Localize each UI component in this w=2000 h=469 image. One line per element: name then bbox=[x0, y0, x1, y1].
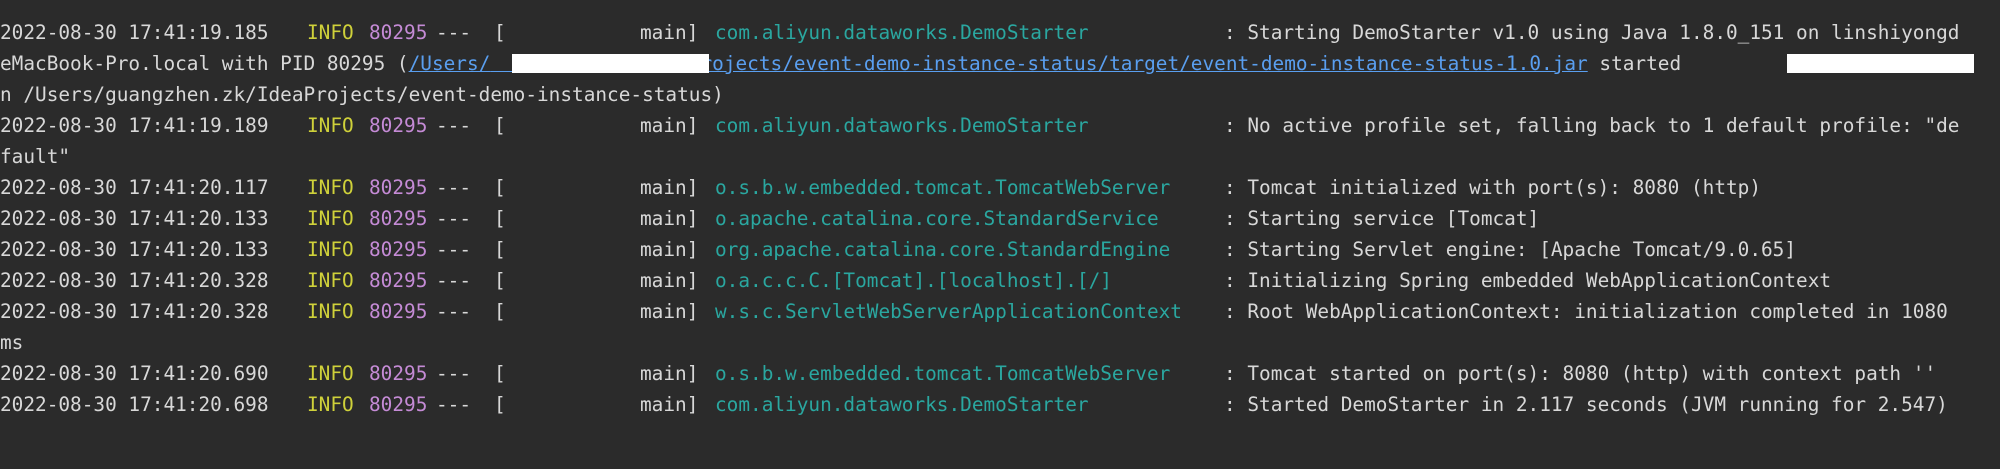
log-line-wrap: eMacBook-Pro.local with PID 80295 (/User… bbox=[0, 48, 1974, 79]
log-message: : Root WebApplicationContext: initializa… bbox=[1224, 300, 1948, 323]
log-line: 2022-08-30 17:41:20.328 INFO 80295 --- [… bbox=[0, 296, 1948, 327]
jar-path-link-end: /IdeaProjects/event-demo-instance-status… bbox=[630, 52, 1588, 75]
log-level: INFO bbox=[307, 114, 354, 137]
log-line-wrap: fault" bbox=[0, 141, 70, 172]
log-pid: 80295 bbox=[369, 300, 428, 323]
log-thread: main] bbox=[640, 21, 699, 44]
log-message: : Starting service [Tomcat] bbox=[1224, 207, 1540, 230]
log-pid: 80295 bbox=[369, 21, 428, 44]
log-message-started: started bbox=[1587, 52, 1682, 75]
log-thread-bracket: [ bbox=[494, 362, 506, 385]
log-thread-bracket: [ bbox=[494, 393, 506, 416]
log-separator: --- bbox=[436, 21, 472, 44]
jar-path-link-start: /Users/ bbox=[408, 52, 491, 75]
log-message-continued: ms bbox=[0, 331, 24, 354]
log-timestamp: 2022-08-30 17:41:19.185 bbox=[0, 21, 269, 44]
log-line-wrap: n /Users/guangzhen.zk/IdeaProjects/event… bbox=[0, 79, 724, 110]
log-separator: --- bbox=[436, 176, 472, 199]
log-logger: org.apache.catalina.core.StandardEngine bbox=[715, 238, 1171, 261]
log-timestamp: 2022-08-30 17:41:20.328 bbox=[0, 269, 269, 292]
redaction-block bbox=[1787, 54, 1974, 73]
log-thread: main] bbox=[640, 238, 699, 261]
log-timestamp: 2022-08-30 17:41:20.698 bbox=[0, 393, 269, 416]
log-message: : Tomcat started on port(s): 8080 (http)… bbox=[1224, 362, 1937, 385]
log-message: : Started DemoStarter in 2.117 seconds (… bbox=[1224, 393, 1948, 416]
log-message: : No active profile set, falling back to… bbox=[1224, 114, 1960, 137]
log-thread-bracket: [ bbox=[494, 21, 506, 44]
log-line-wrap: ms bbox=[0, 327, 47, 358]
log-line: 2022-08-30 17:41:20.133 INFO 80295 --- [… bbox=[0, 203, 1539, 234]
log-thread: main] bbox=[640, 114, 699, 137]
log-line: 2022-08-30 17:41:20.698 INFO 80295 --- [… bbox=[0, 389, 1948, 420]
log-thread: main] bbox=[640, 393, 699, 416]
log-separator: --- bbox=[436, 269, 472, 292]
log-message-continued: n /Users/guangzhen.zk/IdeaProjects/event… bbox=[0, 83, 724, 106]
log-timestamp: 2022-08-30 17:41:20.117 bbox=[0, 176, 269, 199]
log-thread: main] bbox=[640, 362, 699, 385]
log-logger: com.aliyun.dataworks.DemoStarter bbox=[715, 393, 1089, 416]
log-pid: 80295 bbox=[369, 176, 428, 199]
log-message-continued: eMacBook-Pro.local with PID 80295 ( bbox=[0, 52, 409, 75]
log-logger: o.s.b.w.embedded.tomcat.TomcatWebServer bbox=[715, 176, 1171, 199]
log-thread: main] bbox=[640, 207, 699, 230]
log-timestamp: 2022-08-30 17:41:20.133 bbox=[0, 207, 269, 230]
log-logger: o.a.c.c.C.[Tomcat].[localhost].[/] bbox=[715, 269, 1112, 292]
log-timestamp: 2022-08-30 17:41:20.133 bbox=[0, 238, 269, 261]
console-output[interactable]: 2022-08-30 17:41:19.185 INFO 80295 --- [… bbox=[0, 0, 2000, 469]
log-logger: com.aliyun.dataworks.DemoStarter bbox=[715, 114, 1089, 137]
log-pid: 80295 bbox=[369, 362, 428, 385]
log-thread: main] bbox=[640, 176, 699, 199]
redaction-block bbox=[512, 54, 709, 73]
log-message: : Starting Servlet engine: [Apache Tomca… bbox=[1224, 238, 1797, 261]
log-line: 2022-08-30 17:41:20.328 INFO 80295 --- [… bbox=[0, 265, 1831, 296]
log-separator: --- bbox=[436, 362, 472, 385]
log-message-continued: fault" bbox=[0, 145, 71, 168]
log-message: : Tomcat initialized with port(s): 8080 … bbox=[1224, 176, 1762, 199]
log-thread-bracket: [ bbox=[494, 269, 506, 292]
log-timestamp: 2022-08-30 17:41:19.189 bbox=[0, 114, 269, 137]
log-logger: o.s.b.w.embedded.tomcat.TomcatWebServer bbox=[715, 362, 1171, 385]
log-message: : Starting DemoStarter v1.0 using Java 1… bbox=[1224, 21, 1960, 44]
log-level: INFO bbox=[307, 238, 354, 261]
log-line: 2022-08-30 17:41:19.185 INFO 80295 --- [… bbox=[0, 17, 1959, 48]
log-line: 2022-08-30 17:41:19.189 INFO 80295 --- [… bbox=[0, 110, 1959, 141]
log-timestamp: 2022-08-30 17:41:20.690 bbox=[0, 362, 269, 385]
log-line: 2022-08-30 17:41:20.690 INFO 80295 --- [… bbox=[0, 358, 1936, 389]
log-message: : Initializing Spring embedded WebApplic… bbox=[1224, 269, 1832, 292]
log-logger: com.aliyun.dataworks.DemoStarter bbox=[715, 21, 1089, 44]
log-thread-bracket: [ bbox=[494, 207, 506, 230]
log-pid: 80295 bbox=[369, 207, 428, 230]
log-level: INFO bbox=[307, 300, 354, 323]
log-thread: main] bbox=[640, 300, 699, 323]
log-thread-bracket: [ bbox=[494, 300, 506, 323]
log-thread-bracket: [ bbox=[494, 114, 506, 137]
log-line: 2022-08-30 17:41:20.117 INFO 80295 --- [… bbox=[0, 172, 1761, 203]
log-level: INFO bbox=[307, 207, 354, 230]
log-thread: main] bbox=[640, 269, 699, 292]
log-separator: --- bbox=[436, 238, 472, 261]
log-separator: --- bbox=[436, 300, 472, 323]
log-thread-bracket: [ bbox=[494, 176, 506, 199]
log-logger: o.apache.catalina.core.StandardService bbox=[715, 207, 1159, 230]
log-thread-bracket: [ bbox=[494, 238, 506, 261]
log-separator: --- bbox=[436, 114, 472, 137]
log-pid: 80295 bbox=[369, 114, 428, 137]
log-pid: 80295 bbox=[369, 238, 428, 261]
log-level: INFO bbox=[307, 362, 354, 385]
log-level: INFO bbox=[307, 176, 354, 199]
log-pid: 80295 bbox=[369, 393, 428, 416]
log-pid: 80295 bbox=[369, 269, 428, 292]
log-line: 2022-08-30 17:41:20.133 INFO 80295 --- [… bbox=[0, 234, 1796, 265]
log-level: INFO bbox=[307, 393, 354, 416]
log-level: INFO bbox=[307, 269, 354, 292]
log-timestamp: 2022-08-30 17:41:20.328 bbox=[0, 300, 269, 323]
log-level: INFO bbox=[307, 21, 354, 44]
log-logger: w.s.c.ServletWebServerApplicationContext bbox=[715, 300, 1182, 323]
log-separator: --- bbox=[436, 207, 472, 230]
log-separator: --- bbox=[436, 393, 472, 416]
